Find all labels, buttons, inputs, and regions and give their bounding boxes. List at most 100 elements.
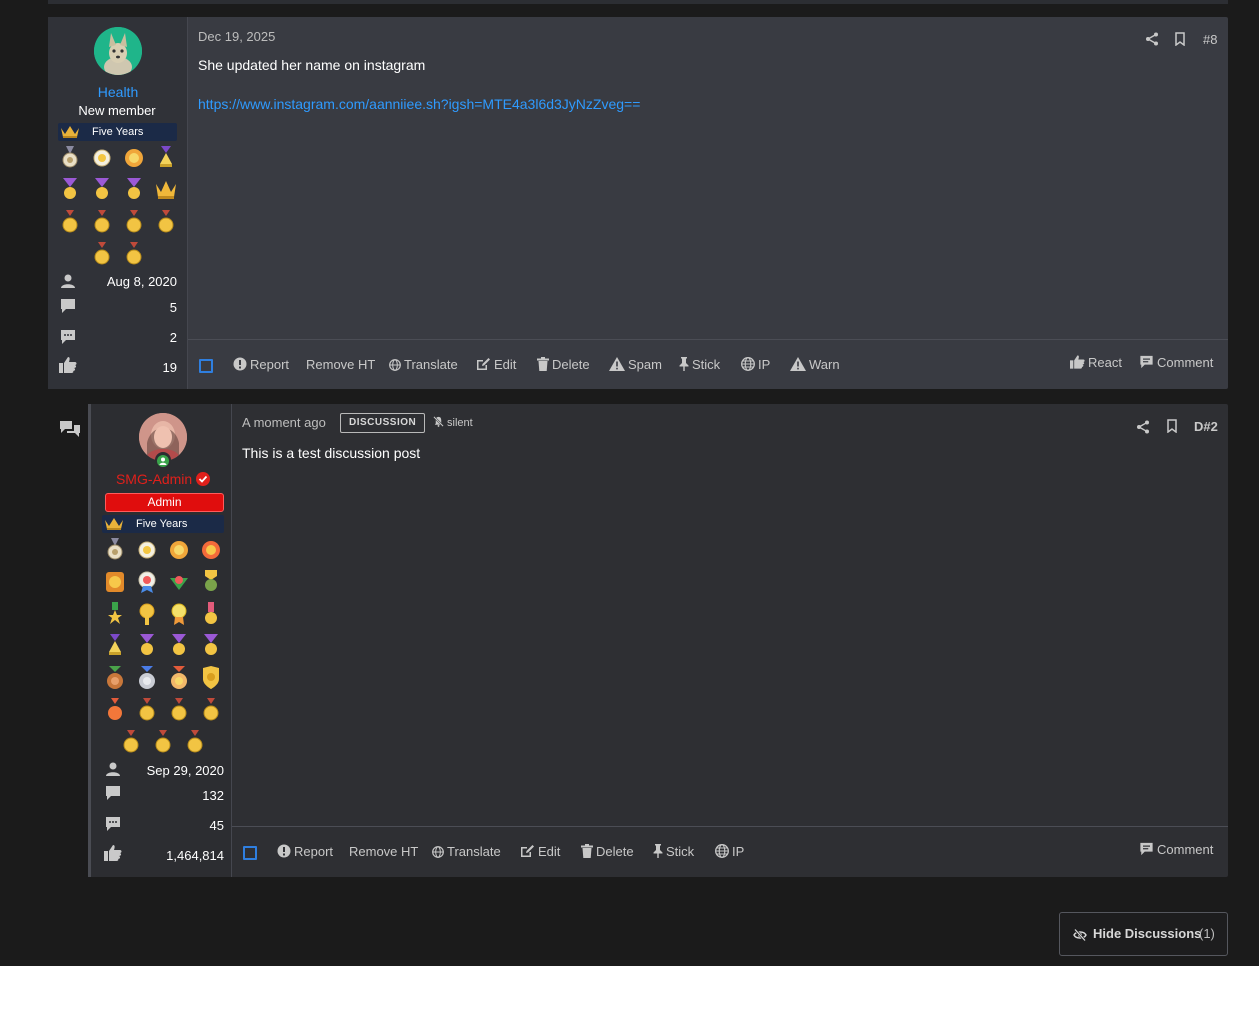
silent-indicator: silent xyxy=(433,416,473,429)
translate-label: Translate xyxy=(404,357,458,372)
edit-button[interactable]: Edit xyxy=(476,340,516,390)
comment-icon xyxy=(1140,355,1153,369)
trophy-icon[interactable] xyxy=(92,178,112,202)
silent-label: silent xyxy=(447,417,473,429)
trophy-icon[interactable] xyxy=(137,666,157,690)
stick-button[interactable]: Stick xyxy=(653,827,694,877)
remove-ht-label: Remove HT xyxy=(349,844,419,859)
trophy-icon[interactable] xyxy=(154,178,178,202)
post-date[interactable]: Dec 19, 2025 xyxy=(198,29,275,44)
share-icon[interactable] xyxy=(1145,32,1159,46)
post-action-bar: Report Remove HT Translate Edit Delete S… xyxy=(232,826,1228,876)
trophy-icon[interactable] xyxy=(60,178,80,202)
trophy-icon[interactable] xyxy=(105,602,125,626)
trophy-icon[interactable] xyxy=(121,730,141,754)
edit-icon xyxy=(521,845,534,857)
post-body-text: She updated her name on instagram xyxy=(198,57,426,73)
ip-button[interactable]: IP xyxy=(715,827,744,877)
trophy-icon[interactable] xyxy=(60,210,80,234)
trophy-icon[interactable] xyxy=(201,634,221,658)
warn-button[interactable]: Warn xyxy=(790,340,840,390)
discussion-count: 2 xyxy=(169,330,177,345)
trophy-icon[interactable] xyxy=(156,210,176,234)
trophy-icon[interactable] xyxy=(137,634,157,658)
trophy-icon[interactable] xyxy=(92,146,112,170)
trophy-icon[interactable] xyxy=(137,698,157,722)
hide-discussions-count: (1) xyxy=(1199,926,1215,941)
page: Health New member Five Years Aug 8, 2020… xyxy=(0,0,1259,966)
select-checkbox[interactable] xyxy=(199,359,213,373)
trophy-icon[interactable] xyxy=(169,602,189,626)
trophy-icon[interactable] xyxy=(105,634,125,658)
trash-icon xyxy=(581,844,593,858)
trophy-icon[interactable] xyxy=(169,538,189,562)
remove-ht-button[interactable]: Remove HT xyxy=(306,340,375,390)
remove-ht-button[interactable]: Remove HT xyxy=(349,827,418,877)
trophy-icon[interactable] xyxy=(137,538,157,562)
trophy-icon[interactable] xyxy=(105,570,125,594)
trophy-icon[interactable] xyxy=(201,570,221,594)
stick-button[interactable]: Stick xyxy=(679,340,720,390)
trophy-icon[interactable] xyxy=(153,730,173,754)
joined-date: Sep 29, 2020 xyxy=(146,763,224,778)
trophy-icon[interactable] xyxy=(92,210,112,234)
trophy-icon[interactable] xyxy=(124,146,144,170)
share-icon[interactable] xyxy=(1136,420,1150,434)
report-label: Report xyxy=(250,357,290,372)
trophy-icon[interactable] xyxy=(92,242,112,266)
username[interactable]: Health xyxy=(48,84,188,100)
select-checkbox[interactable] xyxy=(243,846,257,860)
trophy-icon[interactable] xyxy=(185,730,205,754)
trophy-icon[interactable] xyxy=(124,178,144,202)
trophy-icon[interactable] xyxy=(137,602,157,626)
trophy-icon[interactable] xyxy=(201,602,221,626)
discussion-icon xyxy=(60,421,80,437)
alert-circle-icon xyxy=(277,844,291,858)
translate-button[interactable]: Translate xyxy=(432,827,501,877)
trophy-icon[interactable] xyxy=(137,570,157,594)
crown-icon xyxy=(105,518,123,530)
comment-button[interactable]: Comment xyxy=(1139,338,1213,388)
user-icon xyxy=(106,762,120,776)
trophy-icon[interactable] xyxy=(60,146,80,170)
comment-button[interactable]: Comment xyxy=(1139,825,1213,875)
trophy-icon[interactable] xyxy=(105,698,125,722)
trophy-icon[interactable] xyxy=(201,698,221,722)
trophy-icon[interactable] xyxy=(169,570,189,594)
discussions-icon xyxy=(61,330,75,344)
report-button[interactable]: Report xyxy=(233,340,289,390)
edit-label: Edit xyxy=(538,844,561,859)
trophy-icon[interactable] xyxy=(201,538,221,562)
username[interactable]: SMG-Admin xyxy=(91,471,235,487)
translate-button[interactable]: Translate xyxy=(389,340,458,390)
post-date[interactable]: A moment ago xyxy=(242,415,326,430)
hide-discussions-button[interactable]: Hide Discussions (1) xyxy=(1059,912,1228,956)
bookmark-icon[interactable] xyxy=(1173,32,1187,46)
trophy-icon[interactable] xyxy=(169,698,189,722)
pin-icon xyxy=(653,844,663,858)
instagram-link[interactable]: https://www.instagram.com/aanniiee.sh?ig… xyxy=(198,96,640,112)
report-button[interactable]: Report xyxy=(277,827,333,877)
ip-button[interactable]: IP xyxy=(741,340,770,390)
remove-ht-label: Remove HT xyxy=(306,357,376,372)
spam-label: Spam xyxy=(628,357,662,372)
edit-button[interactable]: Edit xyxy=(520,827,560,877)
avatar[interactable] xyxy=(94,27,142,75)
react-button[interactable]: React xyxy=(1070,338,1122,388)
delete-button[interactable]: Delete xyxy=(537,340,590,390)
trophy-icon[interactable] xyxy=(124,242,144,266)
trophy-icon[interactable] xyxy=(124,210,144,234)
trophy-icon[interactable] xyxy=(169,666,189,690)
trophy-icon[interactable] xyxy=(201,666,221,690)
banner-label: Five Years xyxy=(92,126,144,138)
spam-button[interactable]: Spam xyxy=(609,340,662,390)
post-number[interactable]: D#2 xyxy=(1194,419,1218,434)
trophy-icon[interactable] xyxy=(156,146,176,170)
delete-button[interactable]: Delete xyxy=(581,827,634,877)
trophy-icon[interactable] xyxy=(169,634,189,658)
trophy-icon[interactable] xyxy=(105,666,125,690)
stick-label: Stick xyxy=(666,844,695,859)
trophy-icon[interactable] xyxy=(105,538,125,562)
post-number[interactable]: #8 xyxy=(1203,32,1217,47)
bookmark-icon[interactable] xyxy=(1165,419,1179,433)
